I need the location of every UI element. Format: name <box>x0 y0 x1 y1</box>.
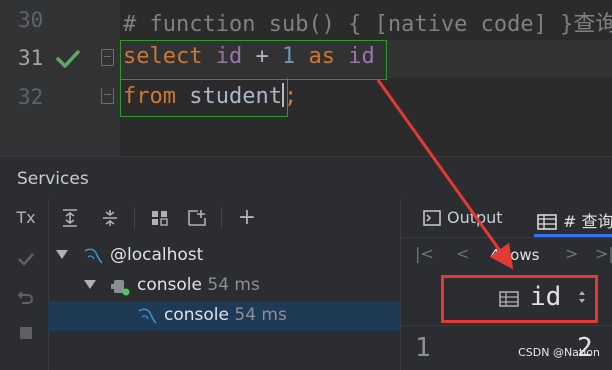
statement-highlight-box <box>120 78 288 117</box>
add-icon[interactable]: + <box>235 205 259 230</box>
code-line-30[interactable]: 30 # function sub() { [native code] }查询字… <box>0 2 612 40</box>
code-editor[interactable]: 30 # function sub() { [native code] }查询字… <box>0 0 612 156</box>
line-number: 30 <box>18 8 44 32</box>
prev-page-icon[interactable]: < <box>456 244 469 263</box>
fold-icon[interactable] <box>101 49 114 66</box>
expand-all-icon[interactable] <box>58 206 82 230</box>
database-icon <box>136 305 158 332</box>
database-icon <box>82 245 104 272</box>
first-page-icon[interactable]: |< <box>415 244 434 263</box>
tab-query-result[interactable]: # 查询 <box>537 208 612 234</box>
tree-item-console[interactable]: console 54 ms <box>48 271 400 301</box>
services-side-toolbar: Tx <box>0 199 49 370</box>
fold-icon[interactable] <box>101 88 114 104</box>
table-icon <box>537 214 557 234</box>
highlight-callout-box <box>441 275 598 323</box>
tree-item-localhost[interactable]: @localhost <box>48 241 400 271</box>
chevron-down-icon[interactable] <box>84 280 96 289</box>
results-tabs: Output # 查询 <box>401 199 612 238</box>
tab-output[interactable]: Output <box>423 208 503 230</box>
result-pager: |< < 4 rows > >| <box>401 241 612 271</box>
line-number: 31 <box>18 46 44 70</box>
check-icon[interactable] <box>14 247 38 271</box>
group-icon[interactable] <box>148 206 172 230</box>
comment-text: 查询字段为表达式 <box>573 12 612 37</box>
statement-highlight-box <box>120 40 387 80</box>
active-tab-indicator <box>534 234 612 237</box>
watermark-text: CSDN @Nation <box>518 346 600 359</box>
toolbar-separator <box>221 207 222 229</box>
tree-item-label: console 54 ms <box>164 305 287 325</box>
next-page-icon[interactable]: > <box>565 244 578 263</box>
stop-icon[interactable] <box>14 321 38 345</box>
row-count[interactable]: 4 rows <box>490 246 539 264</box>
line-number: 32 <box>18 85 44 109</box>
add-view-icon[interactable] <box>185 206 209 230</box>
console-icon <box>110 277 132 302</box>
rollback-icon[interactable] <box>14 285 38 309</box>
row-number: 1 <box>415 333 431 363</box>
toolbar-separator <box>134 207 135 229</box>
services-panel: Services Tx + @localhost console 54 ms c… <box>0 156 612 370</box>
collapse-all-icon[interactable] <box>98 206 122 230</box>
code-line-32[interactable]: 32 from student; <box>0 79 612 117</box>
tree-item-label: @localhost <box>110 245 204 265</box>
output-icon <box>423 210 441 230</box>
code-comment: # function sub() { [native code] }查询字段为表… <box>123 6 612 38</box>
panel-title: Services <box>17 169 89 189</box>
last-page-icon[interactable]: >| <box>595 244 612 263</box>
tree-item-label: console 54 ms <box>137 275 260 295</box>
check-icon <box>56 48 80 74</box>
tree-item-console-session[interactable]: console 54 ms <box>48 301 400 331</box>
chevron-down-icon[interactable] <box>56 250 68 259</box>
tx-mode-button[interactable]: Tx <box>14 205 38 229</box>
services-toolbar: + <box>48 199 400 237</box>
services-tree: @localhost console 54 ms console 54 ms <box>48 241 400 370</box>
